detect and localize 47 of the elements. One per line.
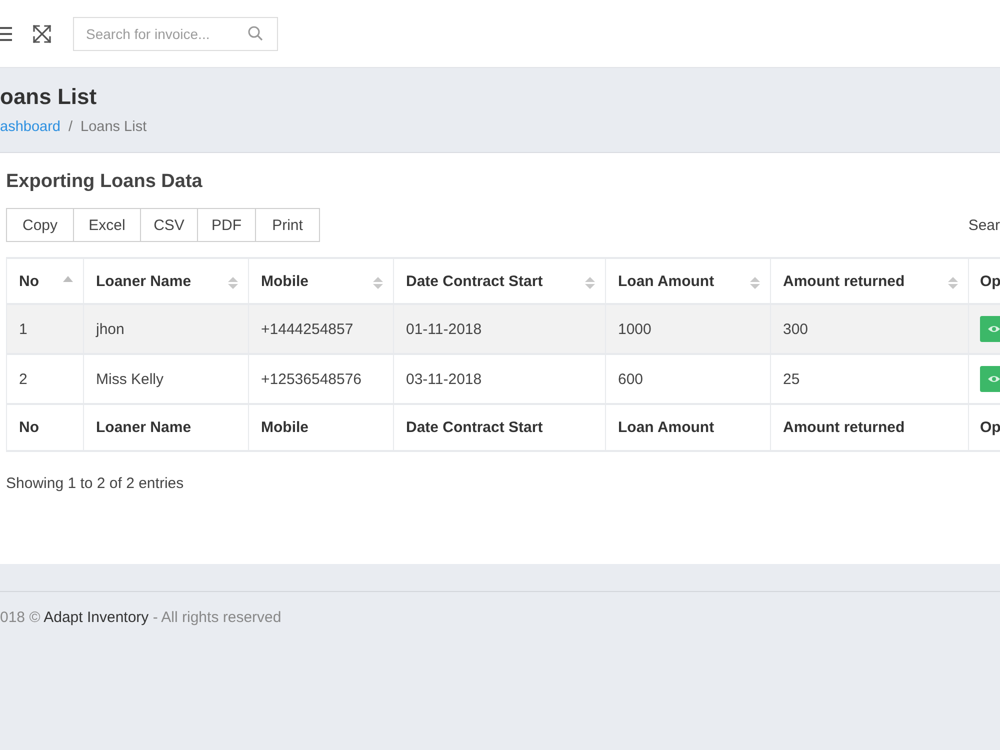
export-button[interactable]: Excel	[73, 208, 141, 242]
table-info: Showing 1 to 2 of 2 entries	[6, 474, 184, 494]
search-label: Sear	[968, 216, 1000, 234]
column-header-label: Loaner Name	[96, 272, 192, 290]
table-cell: 1	[7, 305, 84, 355]
table-cell: 2	[7, 355, 84, 405]
export-button[interactable]: PDF	[197, 208, 256, 242]
search-icon[interactable]	[248, 26, 263, 40]
table-cell: 300	[771, 305, 969, 355]
brand-link[interactable]: Adapt Inventory	[44, 609, 149, 626]
export-button[interactable]: Copy	[6, 208, 74, 242]
column-footer: Loan Amount	[606, 405, 771, 452]
search-field[interactable]: Search for invoice...	[73, 16, 278, 50]
column-footer: No	[7, 405, 84, 452]
column-header-label: Loan Amount	[618, 272, 714, 290]
page-title: oans List	[0, 83, 97, 111]
column-footer: Loaner Name	[84, 405, 249, 452]
export-button[interactable]: Print	[255, 208, 320, 242]
view-button[interactable]	[980, 316, 1000, 342]
view-button[interactable]	[980, 366, 1000, 392]
column-header-label: No	[19, 272, 39, 290]
column-header-label: Date Contract Start	[406, 272, 543, 290]
column-header-label: Amount returned	[783, 272, 905, 290]
table-cell: 25	[771, 355, 969, 405]
column-header-label: Mobile	[261, 272, 308, 290]
column-footer: Date Contract Start	[394, 405, 606, 452]
breadcrumb-separator: /	[68, 118, 72, 137]
copyright-text: 018 © Adapt Inventory - All rights reserved	[0, 608, 282, 628]
eye-icon	[988, 375, 1000, 383]
column-footer: Op	[969, 405, 1000, 452]
column-footer: Mobile	[249, 405, 394, 452]
fullscreen-icon[interactable]	[33, 24, 51, 42]
column-header-label: Op	[980, 272, 1000, 290]
breadcrumb-current: Loans List	[80, 118, 147, 137]
table-cell: +1444254857	[249, 305, 394, 355]
export-button[interactable]: CSV	[140, 208, 198, 242]
eye-icon	[988, 325, 1000, 333]
table-cell: 01-11-2018	[394, 305, 606, 355]
card-title: Exporting Loans Data	[6, 170, 202, 194]
table-cell: 600	[606, 355, 771, 405]
table-cell: 1000	[606, 305, 771, 355]
menu-icon[interactable]	[0, 26, 12, 40]
table-cell: jhon	[84, 305, 249, 355]
table-cell: +12536548576	[249, 355, 394, 405]
table-cell: Miss Kelly	[84, 355, 249, 405]
table-cell: 03-11-2018	[394, 355, 606, 405]
column-footer: Amount returned	[771, 405, 969, 452]
